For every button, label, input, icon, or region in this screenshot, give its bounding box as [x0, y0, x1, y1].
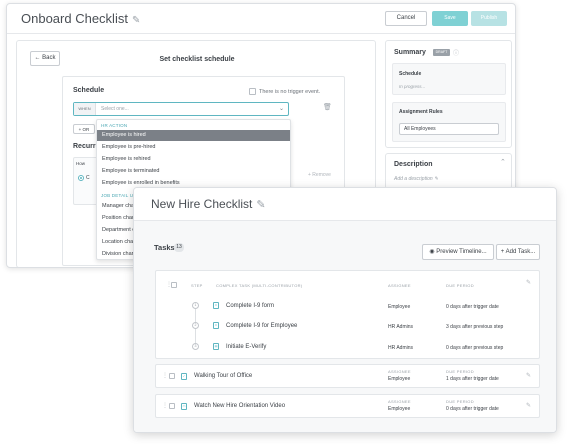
or-button[interactable]: + OR — [73, 124, 95, 134]
assignment-rules-field[interactable]: All Employees — [399, 123, 499, 135]
dropdown-group-hr-action: HR ACTION — [101, 123, 128, 128]
task-checkbox[interactable] — [169, 373, 175, 379]
task-due: 0 days after trigger date — [446, 304, 499, 310]
task-name[interactable]: Complete I-9 for Employee — [226, 323, 297, 329]
preview-timeline-button[interactable]: ◉ Preview Timeline... — [422, 244, 494, 260]
col-assignee: ASSIGNEE — [388, 283, 411, 288]
col-complex-task: COMPLEX TASK (MULTI-CONTRIBUTOR) — [216, 283, 303, 288]
step-number: 3 — [192, 343, 199, 350]
task-name[interactable]: Watch New Hire Orientation Video — [194, 403, 285, 409]
summary-panel: Summary DRAFT ⓘ Schedule In progress... … — [385, 40, 512, 148]
task-card-orientation-video[interactable]: ⋮ ▭ Watch New Hire Orientation Video ASS… — [155, 394, 540, 418]
preview-timeline-label: Preview Timeline... — [436, 249, 487, 255]
description-panel: Description ⌃ Add a description ✎ — [385, 153, 512, 189]
col-due-period: DUE PERIOD — [446, 283, 474, 288]
status-badge: DRAFT — [433, 49, 450, 56]
remove-link[interactable]: + Remove — [308, 172, 348, 182]
edit-icon[interactable]: ✎ — [526, 372, 531, 379]
pencil-icon[interactable]: ✎ — [132, 15, 140, 26]
no-trigger-checkbox[interactable] — [249, 88, 256, 95]
add-task-button[interactable]: + Add Task... — [496, 244, 540, 260]
task-checkbox[interactable] — [169, 403, 175, 409]
pencil-icon[interactable]: ✎ — [256, 198, 265, 211]
trash-icon[interactable]: 🗑 — [323, 103, 332, 111]
summary-schedule-card[interactable]: Schedule In progress... — [392, 63, 506, 95]
task-due: 1 days after trigger date — [446, 376, 499, 382]
form-icon: ≡ — [213, 302, 219, 309]
task-assignee: HR Admins — [388, 345, 414, 351]
tasks-count-badge: 13 — [174, 243, 184, 252]
chevron-down-icon: ⌄ — [279, 106, 285, 112]
recurrence-option: C — [86, 175, 90, 181]
video-icon: ▭ — [181, 403, 187, 410]
task-name[interactable]: Initiate E-Verify — [226, 344, 266, 350]
assignee-label: ASSIGNEE — [388, 399, 411, 404]
schedule-label: Schedule — [73, 87, 105, 94]
info-icon[interactable]: ⓘ — [453, 48, 459, 57]
task-name[interactable]: Walking Tour of Office — [194, 373, 252, 379]
panel-title: Set checklist schedule — [159, 56, 235, 63]
step-number: 2 — [192, 322, 199, 329]
assignee-label: ASSIGNEE — [388, 369, 411, 374]
recurrence-how: How — [76, 161, 86, 166]
description-title: Description — [394, 161, 433, 168]
task-assignee: HR Admins — [388, 324, 414, 330]
assignment-rules-label: Assignment Rules — [399, 109, 443, 115]
page-title: Onboard Checklist ✎ — [21, 11, 140, 26]
form-icon: ≡ — [213, 322, 219, 329]
page-title-text: New Hire Checklist — [151, 197, 253, 211]
recurrence-radio[interactable] — [78, 175, 84, 181]
window-header: Onboard Checklist ✎ Cancel Save Publish — [7, 4, 515, 34]
add-description-text: Add a description — [394, 176, 433, 182]
summary-title: Summary — [394, 49, 426, 56]
checklist-icon: ✓ — [181, 373, 187, 380]
dropdown-item[interactable]: Employee is hired — [97, 130, 290, 141]
when-tag: WHEN — [74, 103, 96, 115]
page-title-text: Onboard Checklist — [21, 11, 128, 26]
save-button[interactable]: Save — [432, 11, 468, 26]
due-period-label: DUE PERIOD — [446, 399, 474, 404]
dropdown-item[interactable]: Employee is terminated — [97, 166, 290, 177]
page-title: New Hire Checklist ✎ — [151, 197, 266, 211]
edit-icon[interactable]: ✎ — [526, 402, 531, 409]
complex-task-card[interactable]: ⋮ STEP COMPLEX TASK (MULTI-CONTRIBUTOR) … — [155, 270, 540, 359]
when-select[interactable]: WHEN Select one... ⌄ — [73, 102, 289, 116]
window-header: New Hire Checklist ✎ — [134, 188, 556, 221]
when-placeholder: Select one... — [101, 106, 129, 112]
eye-icon: ◉ — [429, 249, 435, 255]
task-card-walking-tour[interactable]: ⋮ ✓ Walking Tour of Office ASSIGNEE Empl… — [155, 364, 540, 388]
cancel-button[interactable]: Cancel — [385, 11, 427, 26]
assignment-rules-card: Assignment Rules All Employees — [392, 102, 506, 142]
task-due: 0 days after trigger date — [446, 406, 499, 412]
task-name[interactable]: Complete I-9 form — [226, 303, 274, 309]
new-hire-checklist-window: New Hire Checklist ✎ Tasks 13 ◉ Preview T… — [133, 187, 557, 433]
add-description-link[interactable]: Add a description ✎ — [394, 176, 438, 182]
drag-handle-icon[interactable]: ⋮ — [162, 372, 168, 379]
dropdown-item[interactable]: Employee is pre-hired — [97, 142, 290, 153]
task-assignee: Employee — [388, 406, 411, 412]
task-assignee: Employee — [388, 304, 411, 310]
task-due: 0 days after previous step — [446, 345, 504, 351]
col-step: STEP — [191, 283, 203, 288]
dropdown-item[interactable]: Employee is rehired — [97, 154, 290, 165]
chevron-up-icon[interactable]: ⌃ — [500, 158, 506, 166]
step-number: 1 — [192, 302, 199, 309]
document-icon: ▤ — [213, 343, 219, 350]
task-due: 3 days after previous step — [446, 324, 504, 330]
summary-schedule-value: In progress... — [399, 84, 426, 89]
summary-schedule-label: Schedule — [399, 71, 422, 77]
due-period-label: DUE PERIOD — [446, 369, 474, 374]
no-trigger-label: There is no trigger event. — [259, 89, 321, 95]
tasks-title: Tasks — [154, 243, 175, 252]
task-checkbox[interactable] — [171, 282, 177, 288]
drag-handle-icon[interactable]: ⋮ — [162, 402, 168, 409]
publish-button[interactable]: Publish — [471, 11, 507, 26]
task-assignee: Employee — [388, 376, 411, 382]
edit-icon[interactable]: ✎ — [526, 279, 531, 286]
